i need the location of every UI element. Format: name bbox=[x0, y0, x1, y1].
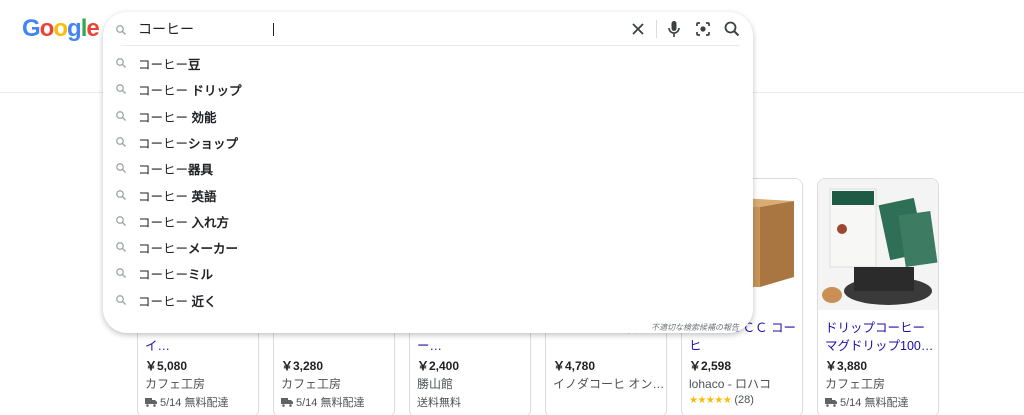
suggestion-base: コーヒー bbox=[138, 163, 189, 178]
suggestion-text: コーヒーミル bbox=[138, 264, 213, 283]
suggestion-text: コーヒー 近く bbox=[138, 291, 217, 310]
suggestion-text: コーヒー 入れ方 bbox=[138, 212, 229, 231]
suggestion-base: コーヒー bbox=[138, 136, 189, 151]
google-logo[interactable]: Google bbox=[22, 15, 100, 43]
suggestion-completion: 英語 bbox=[191, 189, 217, 204]
search-icon bbox=[115, 188, 127, 206]
suggestion-base: コーヒー bbox=[138, 58, 189, 72]
suggestion-base: コーヒー bbox=[138, 84, 192, 99]
product-price: ￥3,280 bbox=[281, 359, 324, 373]
product-price: ￥2,400 bbox=[417, 359, 460, 373]
search-icon bbox=[115, 82, 127, 100]
suggestion-item[interactable]: コーヒー 効能 bbox=[103, 102, 753, 128]
search-autocomplete: コーヒー豆コーヒー ドリップコーヒー 効能コーヒーショップコーヒー器具コーヒー … bbox=[103, 12, 753, 333]
product-price: ￥2,598 bbox=[689, 359, 732, 373]
product-seller: 勝山館 bbox=[417, 377, 454, 391]
search-divider bbox=[121, 45, 739, 46]
lens-camera-icon[interactable] bbox=[691, 17, 715, 41]
product-seller: カフェ工房 bbox=[281, 377, 342, 391]
toolbar-divider bbox=[656, 20, 657, 38]
shipping-text: 5/14 無料配達 bbox=[840, 397, 909, 409]
search-icon bbox=[115, 240, 127, 258]
suggestion-item[interactable]: コーヒー豆 bbox=[103, 49, 753, 75]
product-price: ￥5,080 bbox=[145, 359, 188, 373]
product-image[interactable] bbox=[818, 179, 938, 310]
suggestion-text: コーヒー ドリップ bbox=[138, 80, 242, 99]
product-price: ￥4,780 bbox=[553, 359, 596, 373]
search-input[interactable] bbox=[138, 20, 618, 38]
clear-icon[interactable] bbox=[626, 17, 650, 41]
suggestion-item[interactable]: コーヒー器具 bbox=[103, 154, 753, 180]
suggestion-item[interactable]: コーヒーミル bbox=[103, 259, 753, 285]
suggestion-item[interactable]: コーヒー ドリップ bbox=[103, 75, 753, 101]
suggestion-text: コーヒーメーカー bbox=[138, 238, 238, 257]
suggestion-item[interactable]: コーヒーメーカー bbox=[103, 233, 753, 259]
search-icon bbox=[115, 214, 127, 232]
suggestion-completion: メーカー bbox=[188, 242, 239, 257]
suggestion-base: コーヒー bbox=[138, 189, 192, 204]
shipping-info: 5/14 無料配達 bbox=[825, 394, 908, 410]
search-bar bbox=[103, 12, 753, 46]
search-icon bbox=[115, 135, 127, 153]
suggestion-text: コーヒー 英語 bbox=[138, 186, 217, 205]
shipping-text: 5/14 無料配達 bbox=[296, 397, 365, 409]
search-icon bbox=[115, 56, 127, 74]
suggestion-completion: ドリップ bbox=[191, 84, 242, 99]
search-icon bbox=[115, 293, 127, 311]
report-suggestions-link[interactable]: 不適切な検索候補の報告 bbox=[651, 322, 739, 333]
truck-icon bbox=[825, 397, 837, 407]
suggestion-text: コーヒー器具 bbox=[138, 159, 213, 178]
product-seller: lohaco - ロハコ bbox=[689, 377, 772, 391]
rating: ★★★★★ (28) bbox=[689, 394, 754, 406]
text-cursor bbox=[273, 23, 274, 36]
suggestion-completion: 豆 bbox=[188, 58, 201, 72]
suggestion-base: コーヒー bbox=[138, 215, 192, 230]
suggestion-text: コーヒー豆 bbox=[138, 54, 201, 73]
suggestion-completion: 入れ方 bbox=[191, 215, 229, 230]
logo-letter: o bbox=[53, 15, 68, 42]
shipping-text: 5/14 無料配達 bbox=[160, 397, 229, 409]
search-icon bbox=[115, 266, 127, 284]
suggestion-text: コーヒーショップ bbox=[138, 133, 238, 152]
product-seller: カフェ工房 bbox=[825, 377, 886, 391]
suggestion-completion: ショップ bbox=[188, 136, 239, 151]
search-icon bbox=[115, 161, 127, 179]
suggestion-base: コーヒー bbox=[138, 294, 192, 309]
logo-letter: G bbox=[22, 15, 41, 42]
truck-icon bbox=[145, 397, 157, 407]
truck-icon bbox=[281, 397, 293, 407]
logo-letter: e bbox=[86, 15, 99, 42]
suggestion-base: コーヒー bbox=[138, 268, 189, 283]
product-title[interactable]: ドリップコーヒー マグドリップ100… bbox=[825, 319, 935, 355]
google-search-page: Google ー フリーズドライ… ￥5,080 カフェ工房 5/14 無料配達… bbox=[0, 0, 1024, 415]
shipping-info: 5/14 無料配達 bbox=[145, 394, 228, 410]
suggestion-item[interactable]: コーヒー 近く bbox=[103, 286, 753, 312]
shipping-info: 5/14 無料配達 bbox=[281, 394, 364, 410]
product-card[interactable]: ドリップコーヒー マグドリップ100… ￥3,880 カフェ工房 5/14 無料… bbox=[817, 178, 939, 415]
review-count: (28) bbox=[734, 394, 754, 406]
suggestion-item[interactable]: コーヒー 英語 bbox=[103, 181, 753, 207]
suggestion-base: コーヒー bbox=[138, 110, 192, 125]
logo-letter: o bbox=[39, 15, 55, 42]
microphone-icon[interactable] bbox=[662, 17, 686, 41]
product-seller: イノダコーヒ オン… bbox=[553, 377, 665, 391]
suggestion-completion: 器具 bbox=[188, 163, 214, 178]
search-icon bbox=[115, 23, 127, 41]
suggestion-completion: 効能 bbox=[191, 110, 217, 125]
suggestion-completion: 近く bbox=[191, 294, 217, 309]
suggestion-completion: ミル bbox=[188, 268, 214, 283]
suggestion-item[interactable]: コーヒーショップ bbox=[103, 128, 753, 154]
suggestion-base: コーヒー bbox=[138, 242, 189, 257]
search-submit-icon[interactable] bbox=[720, 17, 744, 41]
shipping-text: 送料無料 bbox=[417, 397, 461, 409]
star-rating-icon: ★★★★★ bbox=[689, 394, 732, 406]
logo-letter: g bbox=[67, 15, 82, 42]
suggestion-text: コーヒー 効能 bbox=[138, 107, 217, 126]
product-price: ￥3,880 bbox=[825, 359, 868, 373]
drip-coffee-package-image bbox=[818, 179, 938, 310]
search-icon bbox=[115, 109, 127, 127]
product-seller: カフェ工房 bbox=[145, 377, 206, 391]
suggestion-item[interactable]: コーヒー 入れ方 bbox=[103, 207, 753, 233]
shipping-info: 送料無料 bbox=[417, 394, 461, 410]
